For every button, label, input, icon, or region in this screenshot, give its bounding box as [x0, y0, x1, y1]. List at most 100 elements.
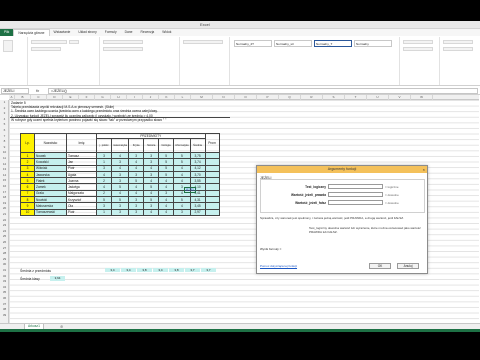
function-arguments-dialog: Argumenty funkcji × JEŻELI Test_logiczny… [256, 165, 428, 274]
merge-button[interactable] [103, 47, 143, 51]
grade-cell[interactable]: 4 [158, 208, 175, 216]
subject-header: informatyka [173, 138, 191, 153]
ribbon-tab[interactable]: Dane [121, 29, 137, 36]
insert-button[interactable] [403, 40, 433, 44]
row-number[interactable]: 35 [0, 290, 9, 294]
arg-row: Test_logiczny = logiczne [261, 184, 426, 190]
row-number[interactable]: 19 [0, 201, 9, 205]
ribbon-tab[interactable]: Plik [0, 29, 14, 36]
row-number[interactable]: 21 [0, 212, 9, 216]
style-normal-str[interactable]: Normalny_str [274, 40, 312, 47]
note-line: W rubryce gdy uczeń spełnia kryterium po… [11, 117, 167, 122]
row-number[interactable]: 7 [0, 134, 9, 138]
subject-average-value: 3,8 [137, 268, 152, 272]
note-line: 1. Średnia ocen każdego ucznia (średnia … [11, 109, 158, 114]
row-number[interactable]: 9 [0, 145, 9, 149]
help-link[interactable]: Pomoc dotycząca tej funkcji [260, 264, 297, 268]
row-number[interactable]: 37 [0, 302, 9, 306]
prom-cell[interactable] [204, 208, 220, 216]
surname-cell[interactable]: Tomaszewski [34, 208, 67, 216]
subject-average-value: 3,7 [201, 268, 216, 272]
ribbon-tab[interactable]: Widok [158, 29, 175, 36]
style-normal-t[interactable]: Normalny_T [314, 40, 352, 47]
ribbon-tabs: Plik Narzędzia główne Wstawianie Układ stro… [0, 29, 480, 36]
autosum-button[interactable] [443, 40, 473, 44]
row-number[interactable]: 8 [0, 139, 9, 143]
row-number[interactable]: 33 [0, 279, 9, 283]
row-number[interactable]: 5 [0, 122, 9, 126]
notes-underline [10, 117, 230, 118]
alignment-group [100, 37, 180, 85]
row-number[interactable]: 18 [0, 195, 9, 199]
row-number[interactable]: 30 [0, 262, 9, 266]
paste-button[interactable] [3, 40, 13, 52]
grade-cell[interactable]: 3 [110, 208, 130, 216]
align-buttons[interactable] [103, 40, 143, 44]
bold-italic-buttons[interactable] [31, 47, 61, 51]
table-row: 10 Tomaszewski Piotr 1 3 3 4 4 3 2,97 [20, 208, 220, 216]
row-number[interactable]: 13 [0, 167, 9, 171]
row-number[interactable]: 26 [0, 240, 9, 244]
row-number[interactable]: 3 [0, 111, 9, 115]
ribbon-tab[interactable]: Wstawianie [50, 29, 75, 36]
row-number[interactable]: 4 [0, 117, 9, 121]
grade-cell[interactable]: 3 [128, 208, 145, 216]
row-number[interactable]: 34 [0, 285, 9, 289]
row-number[interactable]: 36 [0, 296, 9, 300]
ok-button[interactable]: OK [369, 263, 391, 269]
ribbon-tab[interactable]: Formuły [101, 29, 121, 36]
arg-input-test-logiczny[interactable] [328, 184, 383, 189]
number-format-select[interactable] [183, 40, 223, 44]
ribbon-tab[interactable]: Recenzja [137, 29, 159, 36]
row-number[interactable]: 24 [0, 229, 9, 233]
ribbon-tab[interactable]: Układ strony [74, 29, 100, 36]
cancel-button[interactable]: Anuluj [397, 263, 419, 269]
arg-input-false-value[interactable] [328, 200, 383, 205]
name-box[interactable]: JEŻELI [1, 88, 29, 94]
row-number[interactable]: 29 [0, 257, 9, 261]
grade-cell[interactable]: 1 [96, 208, 112, 216]
fx-icon[interactable]: fx [36, 88, 39, 93]
row-number[interactable]: 10 [0, 150, 9, 154]
lp-cell[interactable]: 10 [20, 208, 35, 216]
active-cell[interactable]: JEŻELI [184, 187, 196, 193]
formula-input[interactable]: =JEŻELI() [48, 88, 478, 94]
subject-header: matematyka [110, 138, 130, 153]
delete-button[interactable] [403, 47, 433, 51]
row-number[interactable]: 14 [0, 173, 9, 177]
row-number[interactable]: 16 [0, 184, 9, 188]
row-number[interactable]: 27 [0, 246, 9, 250]
average-cell[interactable]: 2,97 [189, 208, 206, 216]
row-number[interactable]: 20 [0, 206, 9, 210]
subject-average-value: 3,7 [185, 268, 200, 272]
row-number[interactable]: 6 [0, 128, 9, 132]
ribbon-tab[interactable]: Narzędzia główne [13, 29, 50, 36]
row-number[interactable]: 11 [0, 156, 9, 160]
style-normal[interactable]: Normalny [354, 40, 392, 47]
row-number[interactable]: 39 [0, 313, 9, 317]
arg-row: Wartość_jeżeli_prawda = dowolne [261, 192, 426, 198]
row-number[interactable]: 1 [0, 100, 9, 104]
row-number[interactable]: 23 [0, 223, 9, 227]
row-number[interactable]: 32 [0, 274, 9, 278]
row-number[interactable]: 38 [0, 307, 9, 311]
window-title: Excel [200, 22, 210, 27]
style-normal-2t[interactable]: Normalny_2T [234, 40, 272, 47]
row-number[interactable]: 2 [0, 106, 9, 110]
grade-cell[interactable]: 3 [173, 208, 191, 216]
close-icon[interactable]: × [423, 166, 425, 173]
row-number[interactable]: 22 [0, 218, 9, 222]
subject-average-label: Średnia z przedmiotu [20, 269, 52, 273]
row-number[interactable]: 25 [0, 234, 9, 238]
arg-input-true-value[interactable] [328, 192, 383, 197]
row-number[interactable]: 31 [0, 268, 9, 272]
firstname-cell[interactable]: Piotr [66, 208, 97, 216]
sort-filter-button[interactable] [443, 47, 473, 51]
row-number[interactable]: 15 [0, 178, 9, 182]
font-size-select[interactable] [69, 40, 79, 44]
row-number[interactable]: 28 [0, 251, 9, 255]
font-name-select[interactable] [31, 40, 67, 44]
row-number[interactable]: 12 [0, 162, 9, 166]
row-number[interactable]: 17 [0, 190, 9, 194]
grade-cell[interactable]: 4 [143, 208, 160, 216]
